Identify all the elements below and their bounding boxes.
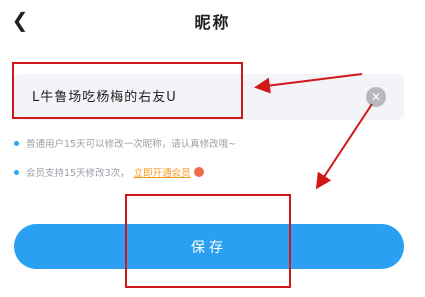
header: ❮ 昵称: [0, 0, 425, 40]
bullet-dot-icon: [14, 140, 19, 146]
hint-normal-user: 普通用户15天可以修改一次昵称，请认真修改哦~: [14, 136, 236, 150]
close-circle-icon[interactable]: ✕: [366, 87, 386, 107]
crown-icon: [193, 167, 204, 177]
open-membership-link[interactable]: 立即开通会员: [134, 165, 191, 179]
page-title: 昵称: [194, 13, 231, 32]
hint-normal-text: 普通用户15天可以修改一次昵称，请认真修改哦~: [26, 139, 237, 150]
hint-member: 会员支持15天修改3次， 立即开通会员: [14, 165, 204, 179]
hint-member-text: 会员支持15天修改3次，: [26, 168, 130, 179]
bullet-dot-icon: [14, 169, 19, 175]
annotation-box-input: [12, 62, 243, 119]
annotation-box-save: [125, 194, 291, 288]
